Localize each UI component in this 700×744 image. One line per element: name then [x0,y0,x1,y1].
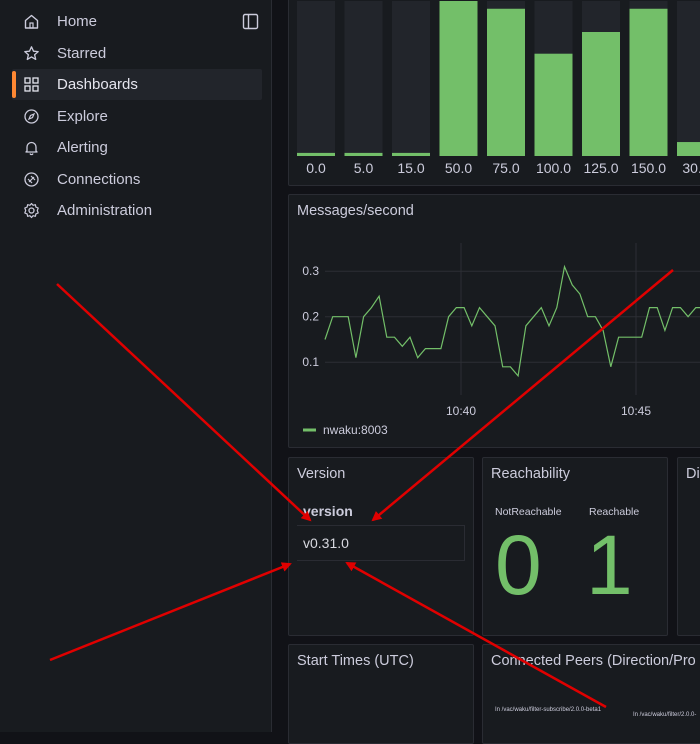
bar-category-label: 75.0 [492,160,519,176]
nav-label-connections: Connections [57,171,141,188]
x-tick-label: 10:40 [446,404,476,418]
bar-category-label: 0.0 [306,160,326,176]
bar [582,32,620,156]
dashboards-grid-icon [22,76,40,94]
nav-item-starred[interactable]: Starred [12,38,262,69]
y-tick-label: 0.3 [302,264,319,278]
bar-background [297,1,335,156]
x-tick-label: 10:45 [621,404,651,418]
panel-title: Di [686,466,700,482]
star-icon [22,45,40,63]
bar-background [677,1,700,156]
bar-category-label: 150.0 [631,160,666,176]
bar-category-label: 30... [682,160,700,176]
bell-icon [22,139,40,157]
panel-title: Messages/second [297,203,414,219]
nav-label-alerting: Alerting [57,139,108,156]
nav-item-administration[interactable]: Administration [12,195,262,226]
table-column-header[interactable]: version [303,503,353,519]
bar [344,152,383,156]
bar [439,1,478,156]
bar-gauge-panel[interactable]: 0.0 5.0 15.0 50.0 75.0 100.0 125.0 150.0 30... [288,0,700,186]
stat-label-notreachable: NotReachable [495,506,562,518]
compass-icon [22,108,40,126]
home-icon [22,13,40,31]
y-tick-label: 0.1 [302,355,319,369]
bar-category-label: 5.0 [354,160,374,176]
stat-value-notreachable: 0 [495,518,542,612]
stat-value-reachable: 1 [586,518,633,612]
nav-item-alerting[interactable]: Alerting [12,132,262,163]
connections-icon [22,171,40,189]
nav-label-starred: Starred [57,45,107,62]
time-series-chart: 0.1 0.2 0.3 10:40 10:45 nwaku:8003 [302,243,700,437]
version-panel[interactable]: Version version v0.31.0 [288,457,474,636]
connected-peers-panel[interactable]: Connected Peers (Direction/Pro In /vac/w… [482,644,700,744]
panel-title: Start Times (UTC) [297,653,414,669]
reachability-panel[interactable]: Reachability NotReachable Reachable 0 1 [482,457,668,636]
legend-label: nwaku:8003 [323,423,388,437]
bar [487,8,525,156]
panel-title: Version [297,466,346,482]
version-value: v0.31.0 [303,535,349,551]
peer-label: In /vac/waku/filter/2.0.0- [633,712,697,718]
y-tick-label: 0.2 [302,310,319,324]
bar-category-label: 125.0 [583,160,618,176]
nav-label-dashboards: Dashboards [57,76,138,93]
bar-gauge-chart: 0.0 5.0 15.0 50.0 75.0 100.0 125.0 150.0 30... [297,1,700,176]
bar [392,152,430,156]
active-indicator [12,71,16,98]
messages-per-second-panel[interactable]: Messages/second 0.1 0.2 0.3 10:40 10:45 nwaku… [288,194,700,448]
gear-icon [22,202,40,220]
dashboard-canvas: 0.0 5.0 15.0 50.0 75.0 100.0 125.0 150.0 30... M… [272,0,700,744]
stat-label-reachable: Reachable [589,506,640,518]
bar [297,152,335,156]
panel-title: Reachability [491,466,570,482]
series-line [324,264,700,378]
nav-item-dashboards[interactable]: Dashboards [12,69,262,100]
bar-background [344,1,383,156]
sidebar-nav: Home Starred Dashboards Explore Alerting… [0,0,272,732]
bar-background [392,1,430,156]
start-times-panel[interactable]: Start Times (UTC) [288,644,474,744]
panel-title: Connected Peers (Direction/Pro [491,653,696,669]
third-stat-panel[interactable]: Di [677,457,700,636]
bar [677,142,700,156]
nav-label-administration: Administration [57,202,153,219]
bar [534,53,573,157]
bar-category-label: 15.0 [397,160,424,176]
nav-item-explore[interactable]: Explore [12,101,262,132]
nav-item-connections[interactable]: Connections [12,164,262,195]
bar [629,8,668,156]
bar-category-label: 50.0 [445,160,472,176]
table-row: v0.31.0 [297,525,465,561]
nav-label-home: Home [57,13,98,30]
nav-item-home[interactable]: Home [12,6,262,37]
peer-label: In /vac/waku/filter-subscribe/2.0.0-beta… [495,707,602,713]
nav-label-explore: Explore [57,108,108,125]
bar-category-label: 100.0 [536,160,571,176]
